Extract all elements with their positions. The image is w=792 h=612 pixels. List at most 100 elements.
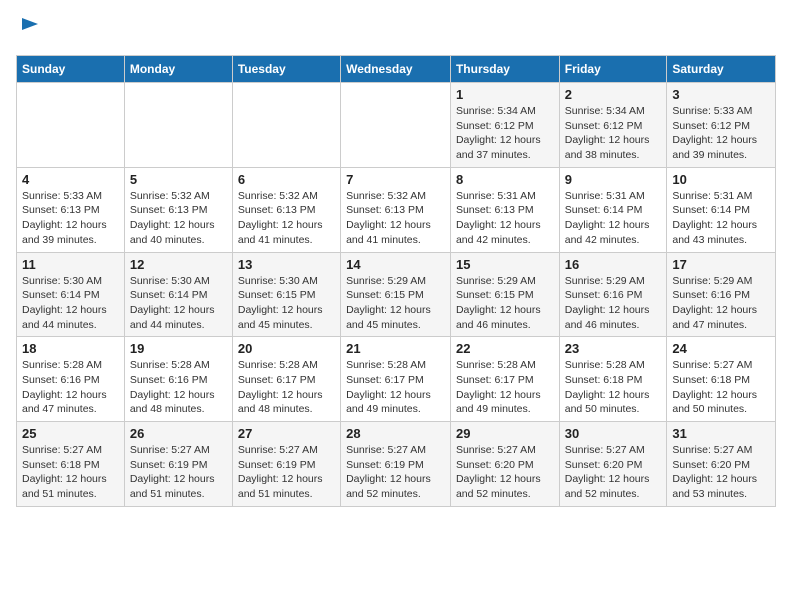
day-number: 3 <box>672 87 770 102</box>
day-info: Sunrise: 5:28 AMSunset: 6:17 PMDaylight:… <box>456 358 554 417</box>
calendar-cell: 20 Sunrise: 5:28 AMSunset: 6:17 PMDayligh… <box>232 337 340 422</box>
day-number: 2 <box>565 87 662 102</box>
day-info: Sunrise: 5:27 AMSunset: 6:18 PMDaylight:… <box>22 443 119 502</box>
calendar-cell: 22Sunrise: 5:28 AMSunset: 6:17 PMDayligh… <box>450 337 559 422</box>
calendar-cell: 11 Sunrise: 5:30 AMSunset: 6:14 PMDayligh… <box>17 252 125 337</box>
day-info: Sunrise: 5:27 AMSunset: 6:18 PMDaylight:… <box>672 358 770 417</box>
day-info: Sunrise: 5:28 AMSunset: 6:16 PMDaylight:… <box>22 358 119 417</box>
day-number: 28 <box>346 426 445 441</box>
day-info: Sunrise: 5:28 AMSunset: 6:16 PMDaylight:… <box>130 358 227 417</box>
day-number: 7 <box>346 172 445 187</box>
calendar-body: 1 Sunrise: 5:34 AMSunset: 6:12 PMDaylight… <box>17 83 776 507</box>
day-number: 20 <box>238 341 335 356</box>
calendar-cell: 5 Sunrise: 5:32 AMSunset: 6:13 PMDaylight… <box>124 167 232 252</box>
day-info: Sunrise: 5:28 AMSunset: 6:18 PMDaylight:… <box>565 358 662 417</box>
day-number: 10 <box>672 172 770 187</box>
week-row-3: 11 Sunrise: 5:30 AMSunset: 6:14 PMDayligh… <box>17 252 776 337</box>
day-number: 26 <box>130 426 227 441</box>
calendar-cell: 27 Sunrise: 5:27 AMSunset: 6:19 PMDayligh… <box>232 422 340 507</box>
day-info: Sunrise: 5:30 AMSunset: 6:15 PMDaylight:… <box>238 274 335 333</box>
day-info: Sunrise: 5:27 AMSunset: 6:19 PMDaylight:… <box>238 443 335 502</box>
day-number: 6 <box>238 172 335 187</box>
day-number: 5 <box>130 172 227 187</box>
day-info: Sunrise: 5:28 AMSunset: 6:17 PMDaylight:… <box>346 358 445 417</box>
day-number: 17 <box>672 257 770 272</box>
calendar-cell: 17Sunrise: 5:29 AMSunset: 6:16 PMDayligh… <box>667 252 776 337</box>
day-info: Sunrise: 5:34 AMSunset: 6:12 PMDaylight:… <box>456 104 554 163</box>
day-info: Sunrise: 5:33 AMSunset: 6:13 PMDaylight:… <box>22 189 119 248</box>
day-info: Sunrise: 5:27 AMSunset: 6:20 PMDaylight:… <box>672 443 770 502</box>
day-number: 25 <box>22 426 119 441</box>
calendar-cell <box>341 83 451 168</box>
day-number: 15 <box>456 257 554 272</box>
calendar-cell: 6 Sunrise: 5:32 AMSunset: 6:13 PMDaylight… <box>232 167 340 252</box>
day-info: Sunrise: 5:29 AMSunset: 6:15 PMDaylight:… <box>346 274 445 333</box>
calendar-cell <box>124 83 232 168</box>
day-header-sunday: Sunday <box>17 56 125 83</box>
day-info: Sunrise: 5:29 AMSunset: 6:15 PMDaylight:… <box>456 274 554 333</box>
day-header-monday: Monday <box>124 56 232 83</box>
calendar-cell: 3 Sunrise: 5:33 AMSunset: 6:12 PMDaylight… <box>667 83 776 168</box>
week-row-4: 18 Sunrise: 5:28 AMSunset: 6:16 PMDayligh… <box>17 337 776 422</box>
day-number: 11 <box>22 257 119 272</box>
calendar-cell: 23Sunrise: 5:28 AMSunset: 6:18 PMDayligh… <box>559 337 667 422</box>
day-header-friday: Friday <box>559 56 667 83</box>
day-header-saturday: Saturday <box>667 56 776 83</box>
day-header-wednesday: Wednesday <box>341 56 451 83</box>
day-number: 16 <box>565 257 662 272</box>
page-header <box>16 16 776 45</box>
day-number: 31 <box>672 426 770 441</box>
calendar-cell: 13 Sunrise: 5:30 AMSunset: 6:15 PMDayligh… <box>232 252 340 337</box>
day-number: 29 <box>456 426 554 441</box>
calendar-cell: 18 Sunrise: 5:28 AMSunset: 6:16 PMDayligh… <box>17 337 125 422</box>
calendar-cell: 19Sunrise: 5:28 AMSunset: 6:16 PMDayligh… <box>124 337 232 422</box>
day-info: Sunrise: 5:34 AMSunset: 6:12 PMDaylight:… <box>565 104 662 163</box>
day-info: Sunrise: 5:27 AMSunset: 6:20 PMDaylight:… <box>456 443 554 502</box>
day-info: Sunrise: 5:33 AMSunset: 6:12 PMDaylight:… <box>672 104 770 163</box>
day-number: 9 <box>565 172 662 187</box>
calendar-cell: 31 Sunrise: 5:27 AMSunset: 6:20 PMDayligh… <box>667 422 776 507</box>
day-info: Sunrise: 5:31 AMSunset: 6:13 PMDaylight:… <box>456 189 554 248</box>
day-header-tuesday: Tuesday <box>232 56 340 83</box>
calendar-cell: 29 Sunrise: 5:27 AMSunset: 6:20 PMDayligh… <box>450 422 559 507</box>
calendar-cell: 16 Sunrise: 5:29 AMSunset: 6:16 PMDayligh… <box>559 252 667 337</box>
calendar-cell: 7 Sunrise: 5:32 AMSunset: 6:13 PMDaylight… <box>341 167 451 252</box>
day-info: Sunrise: 5:32 AMSunset: 6:13 PMDaylight:… <box>346 189 445 248</box>
calendar-cell: 28 Sunrise: 5:27 AMSunset: 6:19 PMDayligh… <box>341 422 451 507</box>
logo-flag-icon <box>18 16 42 40</box>
calendar-cell: 14 Sunrise: 5:29 AMSunset: 6:15 PMDayligh… <box>341 252 451 337</box>
week-row-5: 25 Sunrise: 5:27 AMSunset: 6:18 PMDayligh… <box>17 422 776 507</box>
day-number: 21 <box>346 341 445 356</box>
day-info: Sunrise: 5:27 AMSunset: 6:20 PMDaylight:… <box>565 443 662 502</box>
calendar-cell: 25 Sunrise: 5:27 AMSunset: 6:18 PMDayligh… <box>17 422 125 507</box>
day-info: Sunrise: 5:32 AMSunset: 6:13 PMDaylight:… <box>130 189 227 248</box>
day-number: 13 <box>238 257 335 272</box>
day-number: 30 <box>565 426 662 441</box>
calendar-cell: 2 Sunrise: 5:34 AMSunset: 6:12 PMDaylight… <box>559 83 667 168</box>
logo <box>16 16 42 45</box>
week-row-2: 4 Sunrise: 5:33 AMSunset: 6:13 PMDaylight… <box>17 167 776 252</box>
day-number: 1 <box>456 87 554 102</box>
day-info: Sunrise: 5:30 AMSunset: 6:14 PMDaylight:… <box>22 274 119 333</box>
day-number: 18 <box>22 341 119 356</box>
day-header-thursday: Thursday <box>450 56 559 83</box>
day-number: 14 <box>346 257 445 272</box>
calendar-cell: 21 Sunrise: 5:28 AMSunset: 6:17 PMDayligh… <box>341 337 451 422</box>
calendar-cell: 15 Sunrise: 5:29 AMSunset: 6:15 PMDayligh… <box>450 252 559 337</box>
day-number: 4 <box>22 172 119 187</box>
day-header-row: SundayMondayTuesdayWednesdayThursdayFrid… <box>17 56 776 83</box>
day-info: Sunrise: 5:27 AMSunset: 6:19 PMDaylight:… <box>346 443 445 502</box>
day-info: Sunrise: 5:31 AMSunset: 6:14 PMDaylight:… <box>672 189 770 248</box>
calendar-cell: 4 Sunrise: 5:33 AMSunset: 6:13 PMDaylight… <box>17 167 125 252</box>
calendar-cell: 8 Sunrise: 5:31 AMSunset: 6:13 PMDaylight… <box>450 167 559 252</box>
day-number: 12 <box>130 257 227 272</box>
day-number: 27 <box>238 426 335 441</box>
day-info: Sunrise: 5:29 AMSunset: 6:16 PMDaylight:… <box>565 274 662 333</box>
day-number: 8 <box>456 172 554 187</box>
calendar-cell: 10 Sunrise: 5:31 AMSunset: 6:14 PMDayligh… <box>667 167 776 252</box>
calendar-table: SundayMondayTuesdayWednesdayThursdayFrid… <box>16 55 776 507</box>
day-info: Sunrise: 5:28 AMSunset: 6:17 PMDaylight:… <box>238 358 335 417</box>
day-info: Sunrise: 5:27 AMSunset: 6:19 PMDaylight:… <box>130 443 227 502</box>
calendar-cell: 30 Sunrise: 5:27 AMSunset: 6:20 PMDayligh… <box>559 422 667 507</box>
day-info: Sunrise: 5:32 AMSunset: 6:13 PMDaylight:… <box>238 189 335 248</box>
